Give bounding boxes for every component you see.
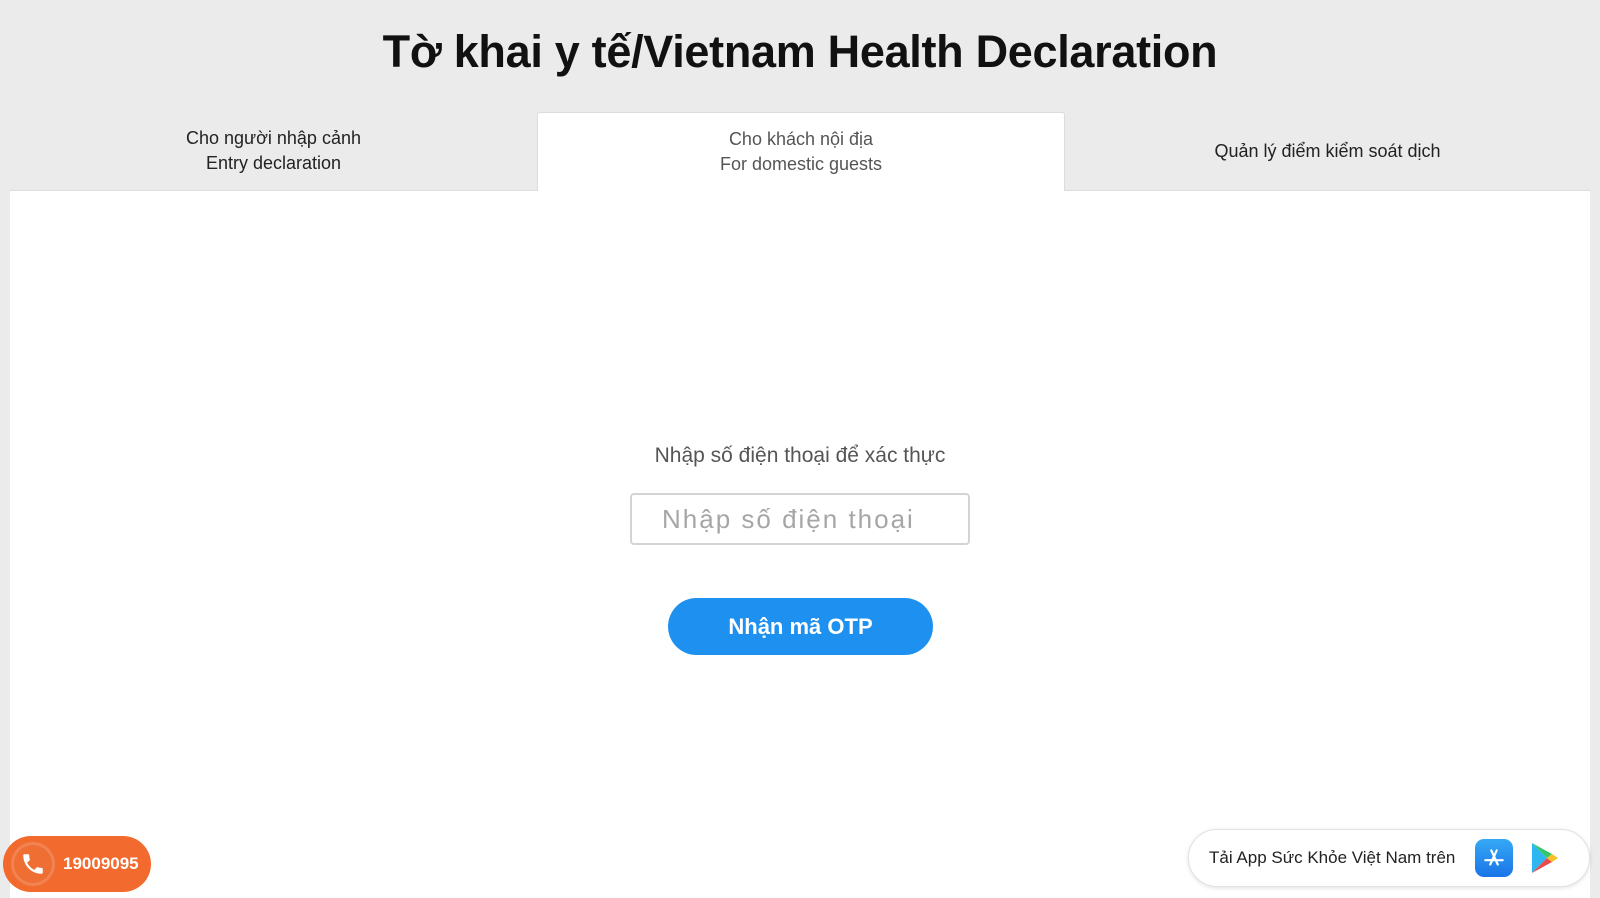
tab-label-vi: Quản lý điểm kiểm soát dịch	[1214, 140, 1441, 161]
phone-prompt: Nhập số điện thoại để xác thực	[654, 444, 946, 467]
form-panel: Nhập số điện thoại để xác thực Nhận mã O…	[10, 190, 1590, 898]
tab-checkpoint-management[interactable]: Quản lý điểm kiểm soát dịch	[1065, 112, 1590, 190]
get-otp-button[interactable]: Nhận mã OTP	[668, 598, 933, 655]
tab-label-vi: Cho người nhập cảnh	[186, 128, 361, 148]
tab-entry-declaration[interactable]: Cho người nhập cảnh Entry declaration	[10, 112, 537, 190]
hotline-button[interactable]: 19009095	[3, 836, 151, 892]
tab-label-en: For domestic guests	[719, 154, 883, 174]
app-store-icon[interactable]	[1475, 839, 1514, 877]
app-download-banner: Tải App Sức Khỏe Việt Nam trên	[1188, 829, 1590, 887]
tab-bar: Cho người nhập cảnh Entry declaration Ch…	[10, 112, 1590, 191]
tab-label-vi: Cho khách nội địa	[728, 129, 874, 149]
page-title: Tờ khai y tế/Vietnam Health Declaration	[382, 26, 1218, 77]
tab-label-en: Entry declaration	[205, 153, 342, 173]
tab-domestic-guests[interactable]: Cho khách nội địa For domestic guests	[537, 112, 1065, 191]
google-play-icon[interactable]	[1527, 839, 1563, 877]
app-banner-text: Tải App Sức Khỏe Việt Nam trên	[1209, 848, 1456, 867]
phone-number-input[interactable]	[630, 493, 970, 545]
phone-icon	[11, 842, 55, 886]
hotline-number: 19009095	[63, 854, 139, 873]
active-tab-joiner	[538, 189, 1064, 192]
